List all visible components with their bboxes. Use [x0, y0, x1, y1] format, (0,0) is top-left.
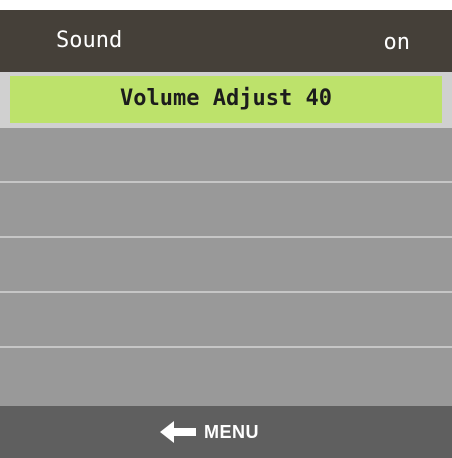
menu-item-label: Volume Adjust 40	[120, 86, 332, 111]
sound-state-value[interactable]: on	[384, 30, 411, 55]
menu-item-volume-adjust[interactable]: Volume Adjust 40	[0, 72, 452, 128]
menu-item-empty[interactable]	[0, 183, 452, 238]
menu-back-label: MENU	[204, 421, 259, 442]
return-arrow-icon	[160, 421, 196, 443]
menu-back-button[interactable]: MENU	[160, 420, 259, 444]
menu-item-empty[interactable]	[0, 293, 452, 348]
menu-item-empty[interactable]	[0, 128, 452, 183]
menu-list: Volume Adjust 40	[0, 72, 452, 406]
menu-footer: MENU	[0, 406, 452, 458]
menu-item-empty[interactable]	[0, 348, 452, 403]
menu-header: Sound on	[0, 10, 452, 72]
menu-title: Sound	[56, 28, 123, 53]
menu-item-empty[interactable]	[0, 238, 452, 293]
osd-screen: Sound on Volume Adjust 40 MENU	[0, 0, 452, 458]
